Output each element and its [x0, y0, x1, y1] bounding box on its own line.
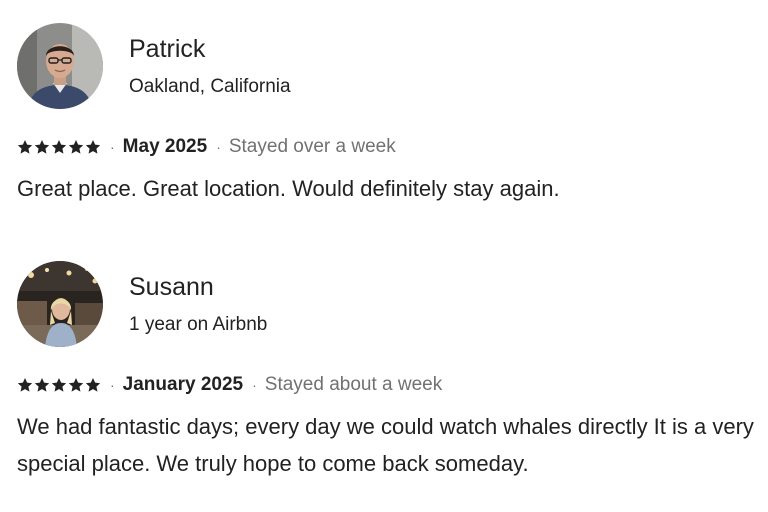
star-icon — [85, 140, 101, 154]
reviewer-name: Patrick — [129, 35, 206, 63]
reviewer-avatar[interactable] — [17, 23, 103, 109]
star-rating — [17, 139, 101, 155]
review-meta: · January 2025 · Stayed about a week — [17, 372, 442, 398]
star-icon — [34, 140, 50, 154]
reviewer-name: Susann — [129, 273, 214, 301]
star-icon — [17, 140, 33, 154]
star-icon — [51, 378, 67, 392]
meta-separator: · — [110, 377, 115, 393]
reviewer-tenure: 1 year on Airbnb — [129, 314, 268, 335]
review-text: We had fantastic days; every day we coul… — [17, 414, 754, 476]
stay-duration: Stayed over a week — [228, 136, 396, 157]
star-icon — [34, 378, 50, 392]
review-date: January 2025 — [122, 374, 244, 395]
person-photo-icon — [17, 261, 103, 347]
meta-separator: · — [110, 139, 115, 155]
person-photo-icon — [17, 23, 103, 109]
stay-duration: Stayed about a week — [264, 374, 443, 395]
meta-separator: · — [252, 377, 257, 393]
review-text: Great place. Great location. Would defin… — [17, 176, 560, 201]
star-icon — [68, 378, 84, 392]
reviewer-avatar[interactable] — [17, 261, 103, 347]
meta-separator: · — [216, 139, 221, 155]
star-icon — [85, 378, 101, 392]
review-date: May 2025 — [122, 136, 208, 157]
star-icon — [51, 140, 67, 154]
star-icon — [17, 378, 33, 392]
star-icon — [68, 140, 84, 154]
review-meta: · May 2025 · Stayed over a week — [17, 134, 396, 160]
star-rating — [17, 377, 101, 393]
reviewer-location: Oakland, California — [129, 76, 291, 97]
